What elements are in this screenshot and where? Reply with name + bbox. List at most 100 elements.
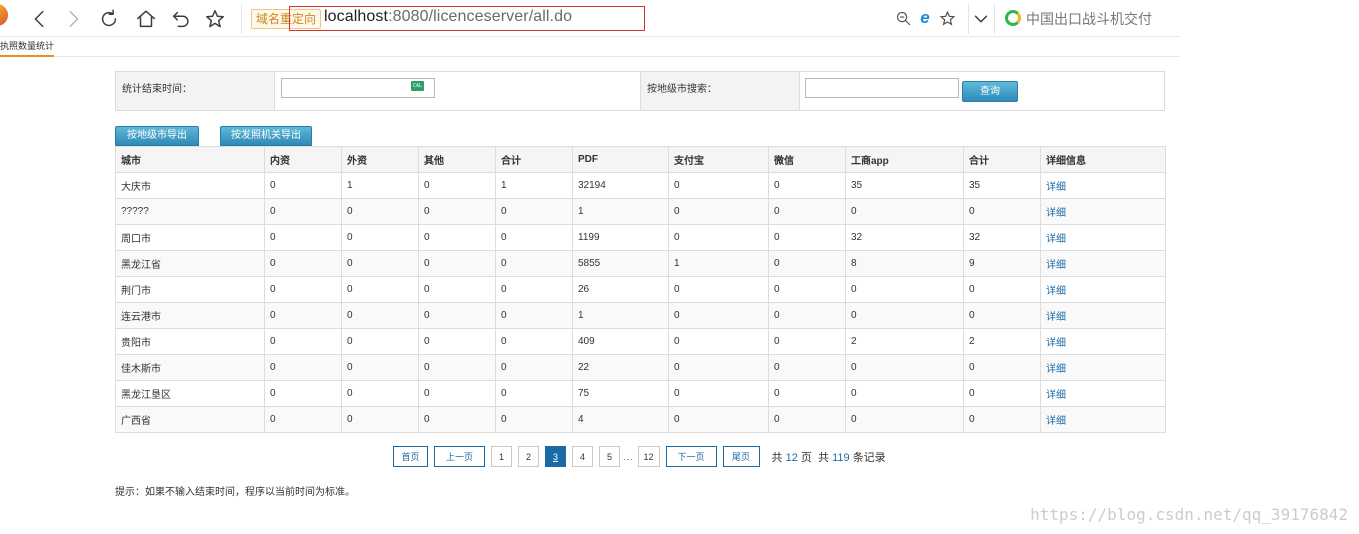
count-cell: 32 — [845, 224, 964, 251]
zoom-button[interactable] — [893, 8, 913, 28]
table-body: 大庆市 0 1 0 1 32194 0 0 35 35 详细????? 0 0 0 0 1 0 0 0 0 详细 周口市 0… — [115, 172, 1166, 433]
prev-page-button[interactable]: 上一页 — [434, 446, 485, 467]
browser-logo-icon — [0, 4, 8, 26]
city-cell: 荆门市 — [115, 276, 265, 303]
forward-arrow-icon — [69, 10, 79, 28]
detail-link[interactable]: 详细 — [1046, 182, 1066, 193]
filter-form: 统计结束时间： CAL 按地级市搜索： 查询 — [115, 71, 1165, 111]
column-header: 其他 — [418, 146, 496, 173]
page-button-last-number[interactable]: 12 — [637, 446, 660, 467]
page-button[interactable]: 2 — [518, 446, 539, 467]
forward-button[interactable] — [60, 6, 86, 32]
detail-link[interactable]: 详细 — [1046, 234, 1066, 245]
count-cell: 0 — [418, 354, 496, 381]
count-cell: 0 — [768, 172, 846, 199]
column-header: 内资 — [264, 146, 342, 173]
detail-link[interactable]: 详细 — [1046, 416, 1066, 427]
count-cell: 0 — [264, 172, 342, 199]
count-cell: 0 — [418, 380, 496, 407]
count-cell: 0 — [495, 302, 573, 329]
city-cell: 大庆市 — [115, 172, 265, 199]
home-button[interactable] — [133, 6, 159, 32]
detail-link[interactable]: 详细 — [1046, 390, 1066, 401]
detail-cell: 详细 — [1040, 354, 1166, 381]
calendar-icon[interactable]: CAL — [411, 81, 424, 91]
page-button[interactable]: 1 — [491, 446, 512, 467]
detail-link[interactable]: 详细 — [1046, 364, 1066, 375]
count-cell: 0 — [768, 302, 846, 329]
count-cell: 0 — [963, 406, 1041, 433]
detail-link[interactable]: 详细 — [1046, 286, 1066, 297]
count-cell: 0 — [768, 198, 846, 225]
city-cell: 佳木斯市 — [115, 354, 265, 381]
bookmark-button[interactable] — [202, 6, 228, 32]
export-by-agency-button[interactable]: 按发照机关导出 — [220, 126, 312, 146]
back-arrow-icon — [34, 10, 44, 28]
table-row: 黑龙江垦区 0 0 0 0 75 0 0 0 0 详细 — [115, 380, 1166, 407]
detail-cell: 详细 — [1040, 224, 1166, 251]
browser-toolbar: 域名重定向 localhost:8080/licenceserver/all.d… — [0, 0, 1180, 37]
undo-close-button[interactable] — [168, 6, 194, 32]
reload-icon — [101, 9, 117, 27]
count-cell: 2 — [845, 328, 964, 355]
search-engine-icon — [1005, 10, 1021, 26]
tab-current[interactable]: 执照数量统计 — [0, 37, 54, 57]
favorite-button[interactable] — [937, 8, 957, 28]
count-cell: 0 — [845, 354, 964, 381]
end-time-cell: CAL — [275, 72, 641, 110]
count-cell: 0 — [264, 224, 342, 251]
count-cell: 0 — [341, 328, 419, 355]
count-cell: 0 — [264, 380, 342, 407]
detail-cell: 详细 — [1040, 172, 1166, 199]
ie-mode-button[interactable]: e — [915, 8, 935, 28]
next-page-button[interactable]: 下一页 — [665, 446, 717, 467]
count-cell: 0 — [845, 276, 964, 303]
count-cell: 0 — [264, 276, 342, 303]
export-by-city-button[interactable]: 按地级市导出 — [115, 126, 199, 146]
query-button[interactable]: 查询 — [962, 81, 1018, 102]
count-cell: 0 — [418, 406, 496, 433]
count-cell: 0 — [495, 276, 573, 303]
page-button[interactable]: 4 — [572, 446, 593, 467]
count-cell: 32 — [963, 224, 1041, 251]
detail-link[interactable]: 详细 — [1046, 208, 1066, 219]
page-button-current[interactable]: 3 — [545, 446, 566, 467]
count-cell: 0 — [341, 380, 419, 407]
detail-cell: 详细 — [1040, 250, 1166, 277]
column-header: 详细信息 — [1040, 146, 1166, 173]
table-row: 周口市 0 0 0 0 1199 0 0 32 32 详细 — [115, 224, 1166, 251]
dropdown-button[interactable] — [968, 6, 994, 32]
count-cell: 5855 — [572, 250, 669, 277]
city-search-input[interactable] — [805, 78, 959, 98]
address-bar[interactable]: 域名重定向 localhost:8080/licenceserver/all.d… — [243, 0, 968, 37]
url-text[interactable]: localhost:8080/licenceserver/all.do — [324, 8, 572, 26]
count-cell: 0 — [845, 406, 964, 433]
count-cell: 0 — [668, 302, 769, 329]
table-row: 连云港市 0 0 0 0 1 0 0 0 0 详细 — [115, 302, 1166, 329]
search-box[interactable]: 中国出口战斗机交付 — [995, 0, 1180, 37]
undo-icon — [172, 11, 189, 28]
pagination: 首页 上一页 12345 ... 12 下一页 尾页 共 12 页 共 119 … — [393, 446, 886, 467]
back-button[interactable] — [27, 6, 53, 32]
detail-link[interactable]: 详细 — [1046, 338, 1066, 349]
city-cell: 周口市 — [115, 224, 265, 251]
count-cell: 0 — [341, 224, 419, 251]
count-cell: 0 — [418, 302, 496, 329]
reload-button[interactable] — [96, 6, 122, 32]
table-row: 贵阳市 0 0 0 0 409 0 0 2 2 详细 — [115, 328, 1166, 355]
favorite-star-icon — [939, 10, 955, 26]
count-cell: 0 — [668, 224, 769, 251]
table-row: 大庆市 0 1 0 1 32194 0 0 35 35 详细 — [115, 172, 1166, 199]
count-cell: 1 — [341, 172, 419, 199]
first-page-button[interactable]: 首页 — [393, 446, 428, 467]
page-button[interactable]: 5 — [599, 446, 620, 467]
count-cell: 22 — [572, 354, 669, 381]
count-cell: 35 — [963, 172, 1041, 199]
count-cell: 0 — [768, 354, 846, 381]
last-page-button[interactable]: 尾页 — [722, 446, 760, 467]
count-cell: 0 — [668, 276, 769, 303]
detail-link[interactable]: 详细 — [1046, 312, 1066, 323]
count-cell: 0 — [495, 328, 573, 355]
detail-link[interactable]: 详细 — [1046, 260, 1066, 271]
count-cell: 0 — [845, 302, 964, 329]
